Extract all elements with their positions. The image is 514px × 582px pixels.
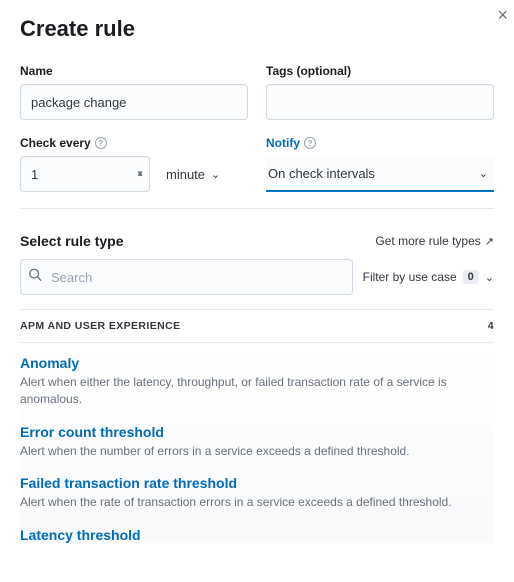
rule-name: Error count threshold bbox=[20, 424, 494, 440]
close-icon[interactable]: × bbox=[497, 6, 508, 24]
divider bbox=[20, 208, 494, 209]
rule-name: Failed transaction rate threshold bbox=[20, 475, 494, 491]
rule-name: Latency threshold bbox=[20, 527, 494, 543]
external-link-icon: ↗ bbox=[485, 235, 494, 248]
rule-type-title: Select rule type bbox=[20, 233, 124, 249]
rule-type-item[interactable]: Failed transaction rate threshold Alert … bbox=[20, 475, 494, 511]
help-icon[interactable]: ? bbox=[95, 137, 107, 149]
rule-type-list: Anomaly Alert when either the latency, t… bbox=[20, 343, 494, 543]
filter-count-badge: 0 bbox=[463, 270, 479, 284]
search-input[interactable] bbox=[20, 259, 353, 295]
rule-desc: Alert when the rate of transaction error… bbox=[20, 494, 494, 511]
rule-type-item[interactable]: Latency threshold bbox=[20, 527, 494, 543]
name-label: Name bbox=[20, 64, 248, 78]
rule-type-item[interactable]: Error count threshold Alert when the num… bbox=[20, 424, 494, 460]
rule-type-item[interactable]: Anomaly Alert when either the latency, t… bbox=[20, 355, 494, 408]
chevron-down-icon: ⌄ bbox=[485, 271, 494, 284]
check-every-unit-select[interactable]: minute ⌄ bbox=[160, 156, 226, 192]
filter-use-case-select[interactable]: Filter by use case 0 ⌄ bbox=[363, 270, 494, 284]
get-more-rule-types-link[interactable]: Get more rule types ↗ bbox=[375, 234, 494, 248]
chevron-down-icon: ⌄ bbox=[211, 168, 220, 181]
check-every-value-input[interactable] bbox=[20, 156, 150, 192]
rule-desc: Alert when the number of errors in a ser… bbox=[20, 443, 494, 460]
check-every-label: Check every ? bbox=[20, 136, 248, 150]
name-input[interactable] bbox=[20, 84, 248, 120]
create-rule-flyout: × Create rule Name Tags (optional) Check… bbox=[0, 0, 514, 543]
category-header[interactable]: APM AND USER EXPERIENCE 4 bbox=[20, 309, 494, 343]
notify-select[interactable]: On check intervals ⌄ bbox=[266, 156, 494, 192]
chevron-down-icon: ⌄ bbox=[479, 167, 488, 180]
tags-label: Tags (optional) bbox=[266, 64, 494, 78]
category-name: APM AND USER EXPERIENCE bbox=[20, 320, 181, 332]
page-title: Create rule bbox=[20, 16, 494, 42]
tags-input[interactable] bbox=[266, 84, 494, 120]
notify-label: Notify ? bbox=[266, 136, 494, 150]
category-count: 4 bbox=[488, 320, 494, 332]
rule-desc: Alert when either the latency, throughpu… bbox=[20, 374, 494, 408]
help-icon[interactable]: ? bbox=[304, 137, 316, 149]
search-icon bbox=[28, 268, 42, 287]
rule-name: Anomaly bbox=[20, 355, 494, 371]
